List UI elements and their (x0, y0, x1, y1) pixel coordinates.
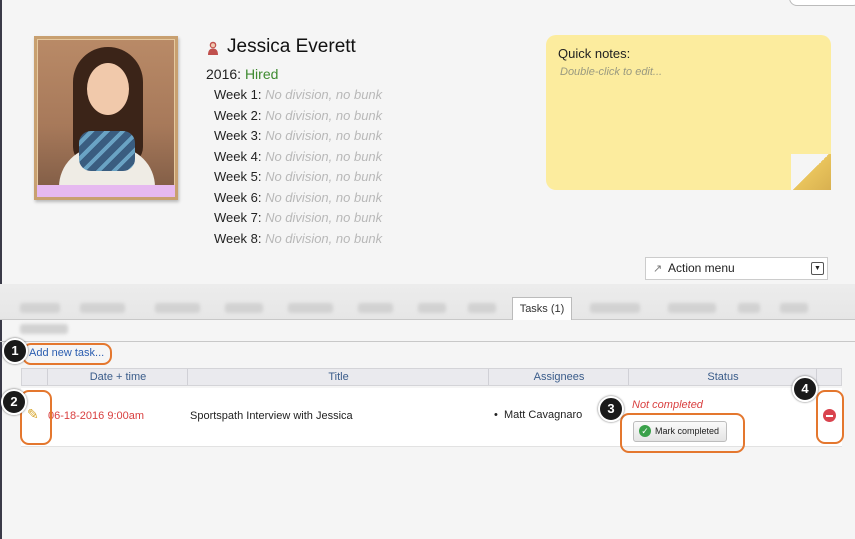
week-label: Week 6: (214, 189, 262, 205)
callout-number: 3 (598, 396, 624, 422)
tab-tasks[interactable]: Tasks (1) (512, 297, 572, 320)
week-row: Week 3: No division, no bunk (214, 127, 382, 148)
task-table-header: Date + time Title Assignees Status (21, 368, 842, 386)
week-row: Week 2: No division, no bunk (214, 107, 382, 128)
week-value: No division, no bunk (265, 128, 383, 143)
action-menu-label: Action menu (668, 261, 735, 275)
tab-blurred[interactable] (738, 303, 760, 313)
week-label: Week 7: (214, 210, 262, 225)
callout-highlight (816, 390, 844, 444)
photo-face (87, 63, 129, 115)
task-assignee: • Matt Cavagnaro (494, 409, 582, 421)
tab-blurred[interactable] (20, 303, 60, 313)
task-date: 06-18-2016 9:00am (48, 410, 145, 422)
week-label: Week 2: (214, 107, 262, 123)
callout-number: 2 (1, 389, 27, 415)
tab-blurred[interactable] (468, 303, 496, 313)
week-assignments: Week 1: No division, no bunk Week 2: No … (214, 86, 382, 250)
week-value: No division, no bunk (265, 107, 383, 123)
person-icon (208, 41, 218, 55)
callout-highlight (22, 343, 112, 365)
column-status[interactable]: Status (628, 369, 817, 385)
tab-bar (0, 284, 855, 320)
quick-notes-hint: Double-click to edit... (560, 66, 663, 78)
week-value: No division, no bunk (265, 210, 383, 225)
week-value: No division, no bunk (265, 87, 383, 102)
week-label: Week 3: (214, 128, 262, 143)
week-label: Week 4: (214, 148, 262, 164)
week-row: Week 4: No division, no bunk (214, 148, 382, 169)
tab-divider (0, 319, 855, 320)
season-year: 2016: (206, 66, 242, 82)
page-curl (791, 154, 831, 190)
week-row: Week 1: No division, no bunk (214, 86, 382, 107)
photo-scarf (79, 131, 135, 171)
section-divider (0, 341, 855, 342)
column-date[interactable]: Date + time (47, 369, 188, 385)
tab-blurred[interactable] (780, 303, 808, 313)
hire-status: Hired (244, 66, 279, 82)
tab-blurred[interactable] (155, 303, 200, 313)
week-label: Week 8: (214, 230, 262, 246)
column-title[interactable]: Title (187, 369, 489, 385)
column-actions (816, 369, 842, 385)
action-menu-select[interactable]: ↗ Action menu ▼ (645, 257, 828, 280)
tab-blurred[interactable] (668, 303, 716, 313)
task-title: Sportspath Interview with Jessica (190, 410, 353, 422)
quick-notes[interactable]: Quick notes: Double-click to edit... (546, 35, 831, 190)
week-label: Week 1: (214, 87, 262, 102)
tab-blurred[interactable] (288, 303, 333, 313)
task-status: Not completed (632, 399, 703, 411)
top-right-control (789, 0, 855, 6)
window-edge (0, 0, 2, 539)
week-value: No division, no bunk (265, 148, 383, 164)
tab-blurred[interactable] (80, 303, 125, 313)
profile-photo (34, 36, 178, 200)
person-name: Jessica Everett (227, 36, 356, 57)
week-value: No division, no bunk (265, 230, 383, 246)
assignee-name: Matt Cavagnaro (503, 409, 583, 421)
callout-number: 4 (792, 376, 818, 402)
season-status: 2016: Hired (206, 66, 278, 82)
tab-blurred[interactable] (225, 303, 263, 313)
week-row: Week 6: No division, no bunk (214, 189, 382, 210)
callout-highlight (620, 413, 745, 453)
tab-blurred[interactable] (358, 303, 393, 313)
column-assignees[interactable]: Assignees (488, 369, 629, 385)
bullet-icon: • (494, 409, 504, 421)
tab-blurred[interactable] (20, 324, 68, 334)
week-value: No division, no bunk (265, 169, 383, 184)
quick-notes-title: Quick notes: (558, 46, 631, 61)
photo-strip (37, 185, 175, 197)
tab-blurred[interactable] (590, 303, 640, 313)
cursor-icon: ↗ (653, 263, 663, 275)
callout-number: 1 (2, 338, 28, 364)
week-row: Week 5: No division, no bunk (214, 168, 382, 189)
week-value: No division, no bunk (265, 189, 383, 205)
week-row: Week 8: No division, no bunk (214, 230, 382, 251)
week-label: Week 5: (214, 169, 262, 184)
tab-blurred[interactable] (418, 303, 446, 313)
week-row: Week 7: No division, no bunk (214, 209, 382, 230)
chevron-down-icon[interactable]: ▼ (811, 262, 824, 275)
